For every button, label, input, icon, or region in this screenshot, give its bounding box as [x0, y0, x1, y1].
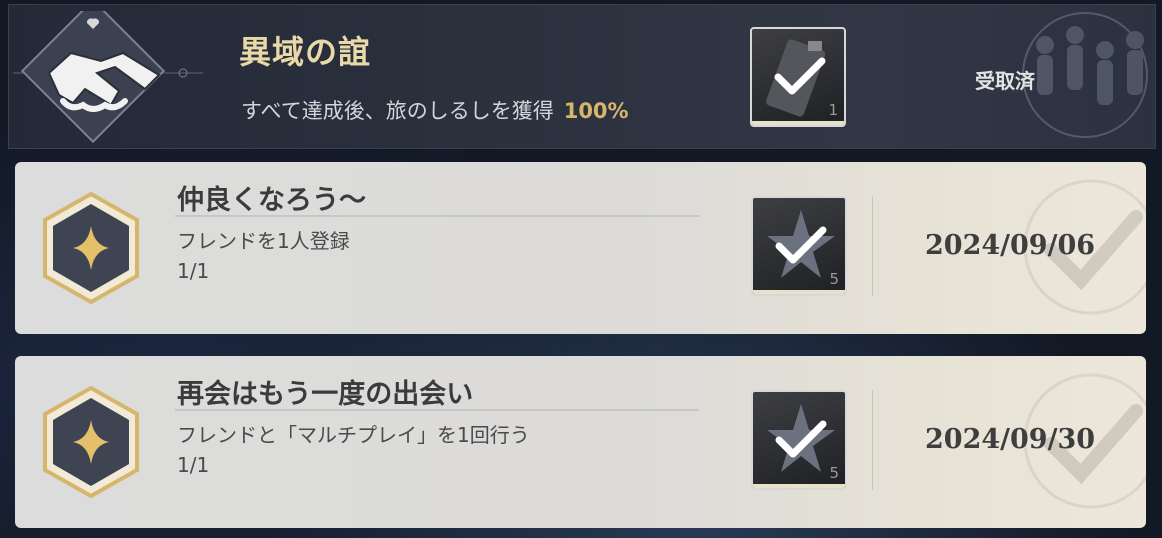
divider — [175, 409, 699, 411]
star-hex-icon — [43, 192, 139, 304]
achievement-reward-slot[interactable]: 1 — [750, 27, 846, 127]
star-hex-icon — [43, 386, 139, 498]
achievement-description: すべて達成後、旅のしるしを獲得 — [241, 99, 554, 123]
mission-progress: 1/1 — [177, 259, 210, 283]
mission-card: 再会はもう一度の出会い フレンドと「マルチプレイ」を1回行う 1/1 5 202… — [15, 356, 1146, 528]
background-figures-decoration — [1022, 12, 1148, 138]
achievement-banner: 異域の誼 すべて達成後、旅のしるしを獲得 100% 1 受取済 — [8, 4, 1156, 149]
reward-rarity-bar — [753, 290, 845, 294]
divider — [872, 196, 873, 296]
completion-date: 2024/09/30 — [925, 424, 1096, 455]
mission-description: フレンドと「マルチプレイ」を1回行う — [177, 423, 530, 447]
divider — [175, 215, 699, 217]
check-icon — [775, 420, 827, 458]
achievement-subtitle: すべて達成後、旅のしるしを獲得 100% — [241, 95, 629, 125]
achievement-progress-percent: 100% — [563, 99, 629, 123]
mission-reward-slot[interactable]: 5 — [751, 196, 847, 296]
mission-title: 再会はもう一度の出会い — [177, 379, 474, 410]
reward-count: 5 — [829, 464, 839, 482]
mission-title: 仲良くなろう～ — [177, 185, 366, 216]
reward-count: 1 — [828, 101, 838, 119]
reward-rarity-bar — [752, 121, 844, 125]
claimed-status: 受取済 — [975, 69, 1035, 93]
mission-reward-slot[interactable]: 5 — [751, 390, 847, 490]
mission-progress: 1/1 — [177, 453, 210, 477]
divider — [872, 390, 873, 490]
handshake-icon — [13, 11, 203, 144]
mission-description: フレンドを1人登録 — [177, 229, 350, 253]
completion-date: 2024/09/06 — [925, 230, 1096, 261]
reward-count: 5 — [829, 270, 839, 288]
achievement-title: 異域の誼 — [239, 33, 372, 71]
check-icon — [774, 57, 826, 95]
check-icon — [775, 226, 827, 264]
reward-rarity-bar — [753, 484, 845, 488]
mission-card: 仲良くなろう～ フレンドを1人登録 1/1 5 2024/09/06 — [15, 162, 1146, 334]
